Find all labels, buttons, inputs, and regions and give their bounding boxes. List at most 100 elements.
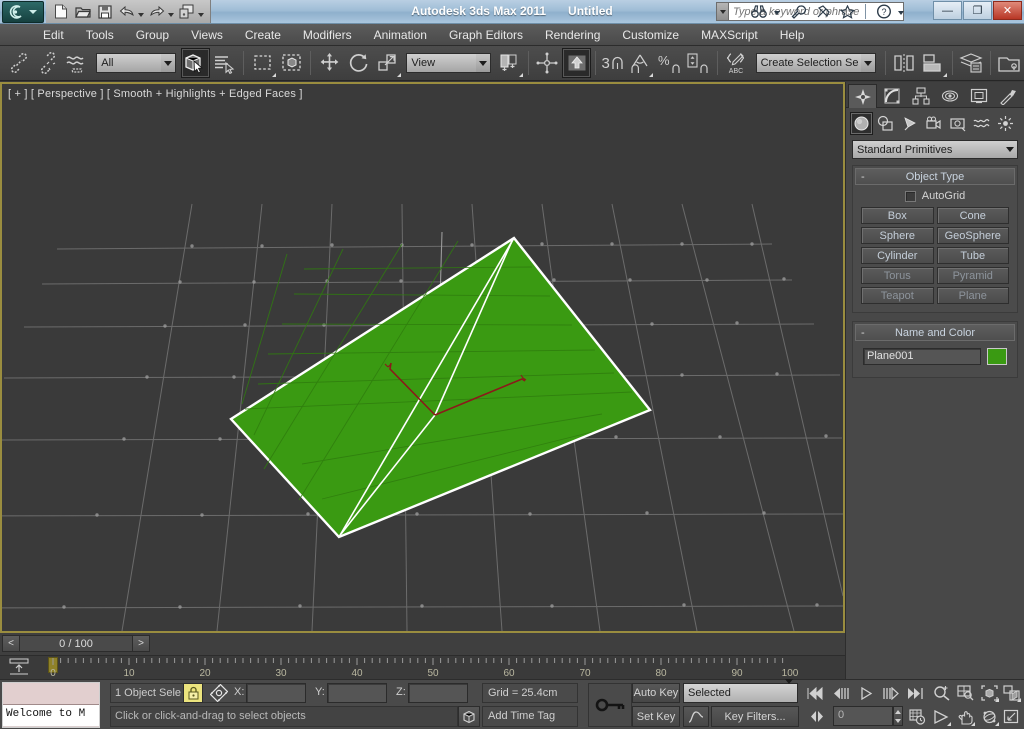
key-mode-combo[interactable]: Selected: [683, 679, 798, 703]
z-coordinate-field[interactable]: [408, 683, 468, 703]
align-button[interactable]: [919, 48, 948, 78]
menu-group[interactable]: Group: [125, 26, 180, 44]
hierarchy-tab[interactable]: [906, 84, 935, 108]
add-time-tag-button[interactable]: Add Time Tag: [482, 706, 578, 727]
collapse-icon[interactable]: -: [861, 171, 865, 183]
orbit-icon[interactable]: [978, 706, 1000, 727]
x-coordinate-field[interactable]: [246, 683, 306, 703]
select-and-rotate-button[interactable]: [344, 48, 373, 78]
lights-icon[interactable]: [898, 112, 921, 135]
close-button[interactable]: ✕: [993, 1, 1022, 20]
perspective-viewport[interactable]: Z X Y [ + ] [ Perspective ] [ Smooth + H…: [2, 84, 843, 631]
utilities-tab[interactable]: [993, 84, 1022, 108]
menu-create[interactable]: Create: [234, 26, 292, 44]
flyout-corner-icon[interactable]: [518, 73, 523, 77]
set-key-mode-icon[interactable]: [588, 683, 632, 727]
key-filters-button[interactable]: Key Filters...: [711, 706, 799, 727]
create-plane-button[interactable]: Plane: [936, 287, 1009, 304]
shapes-icon[interactable]: [874, 112, 897, 135]
modify-tab[interactable]: [877, 84, 906, 108]
unlink-icon[interactable]: [33, 48, 62, 78]
menu-graph-editors[interactable]: Graph Editors: [438, 26, 534, 44]
rectangular-selection-region-button[interactable]: [248, 48, 277, 78]
named-selection-set-combo[interactable]: Create Selection Se: [755, 53, 876, 73]
menu-maxscript[interactable]: MAXScript: [690, 26, 769, 44]
play-animation-icon[interactable]: [856, 683, 878, 703]
zoom-extents-icon[interactable]: [978, 683, 1000, 703]
menu-tools[interactable]: Tools: [75, 26, 125, 44]
menu-edit[interactable]: Edit: [32, 26, 75, 44]
flyout-corner-icon[interactable]: [995, 722, 999, 726]
time-slider-handle[interactable]: < 0 / 100 >: [2, 635, 150, 652]
create-sphere-button[interactable]: Sphere: [861, 227, 934, 244]
subcategory-combo[interactable]: Standard Primitives: [852, 140, 1018, 159]
edit-named-selection-sets-button[interactable]: ABC: [722, 48, 751, 78]
select-and-move-button[interactable]: [315, 48, 344, 78]
flyout-corner-icon[interactable]: [971, 722, 975, 726]
flyout-corner-icon[interactable]: [995, 698, 999, 702]
snaps-toggle-button[interactable]: [561, 48, 592, 78]
chevron-down-icon[interactable]: [160, 54, 175, 72]
systems-icon[interactable]: [994, 112, 1017, 135]
chevron-down-icon[interactable]: [860, 54, 875, 72]
select-by-name-button[interactable]: [210, 48, 239, 78]
y-coordinate-field[interactable]: [327, 683, 387, 703]
flyout-corner-icon[interactable]: [397, 73, 402, 77]
binoculars-icon[interactable]: [749, 2, 769, 21]
zoom-region-icon[interactable]: [1000, 683, 1022, 703]
select-and-scale-button[interactable]: [373, 48, 402, 78]
motion-tab[interactable]: [935, 84, 964, 108]
menu-customize[interactable]: Customize: [611, 26, 690, 44]
autogrid-row[interactable]: AutoGrid: [861, 190, 1009, 202]
geometry-icon[interactable]: [850, 112, 873, 135]
menu-views[interactable]: Views: [180, 26, 234, 44]
go-to-start-icon[interactable]: [804, 683, 826, 703]
flyout-corner-icon[interactable]: [942, 73, 947, 77]
minimize-button[interactable]: —: [933, 1, 962, 20]
previous-frame-icon[interactable]: [830, 683, 852, 703]
key-mode-toggle-icon[interactable]: [804, 706, 830, 727]
bind-space-warp-icon[interactable]: [62, 48, 91, 78]
autogrid-checkbox[interactable]: [904, 190, 916, 202]
time-configuration-icon[interactable]: [906, 706, 928, 727]
chevron-down-icon[interactable]: [475, 54, 490, 72]
search-options-icon[interactable]: [774, 11, 781, 15]
auto-key-button[interactable]: Auto Key: [632, 683, 680, 703]
current-frame-display[interactable]: 0 / 100: [20, 635, 132, 652]
wrench-icon[interactable]: [789, 2, 809, 21]
create-tube-button[interactable]: Tube: [936, 247, 1009, 264]
display-tab[interactable]: [964, 84, 993, 108]
listener-output-pane[interactable]: Welcome to M: [3, 705, 99, 726]
create-cylinder-button[interactable]: Cylinder: [861, 247, 934, 264]
set-key-filters-curve-icon[interactable]: [683, 706, 709, 727]
layer-manager-button[interactable]: [957, 48, 986, 78]
pan-view-icon[interactable]: [954, 706, 976, 727]
flyout-corner-icon[interactable]: [272, 73, 277, 77]
create-cone-button[interactable]: Cone: [936, 207, 1009, 224]
create-geosphere-button[interactable]: GeoSphere: [936, 227, 1009, 244]
set-key-button[interactable]: Set Key: [632, 706, 680, 727]
create-pyramid-button[interactable]: Pyramid: [936, 267, 1009, 284]
maximize-button[interactable]: ❐: [963, 1, 992, 20]
spinner-snap-toggle-button[interactable]: [683, 48, 712, 78]
percent-snap-toggle-button[interactable]: %: [654, 48, 683, 78]
select-and-manipulate-button[interactable]: [533, 48, 562, 78]
star-icon[interactable]: [838, 2, 858, 21]
space-warps-icon[interactable]: [970, 112, 993, 135]
maxscript-mini-listener[interactable]: Welcome to M: [2, 682, 100, 728]
object-color-swatch[interactable]: [987, 348, 1007, 365]
zoom-all-icon[interactable]: [954, 683, 976, 703]
menu-animation[interactable]: Animation: [363, 26, 438, 44]
current-frame-spinner[interactable]: [893, 706, 903, 726]
flyout-corner-icon[interactable]: [947, 722, 951, 726]
collapse-icon[interactable]: -: [861, 327, 865, 339]
flyout-corner-icon[interactable]: [1017, 698, 1021, 702]
field-of-view-icon[interactable]: [930, 706, 952, 727]
object-name-input[interactable]: Plane001: [863, 348, 981, 365]
use-pivot-point-center-button[interactable]: [495, 48, 524, 78]
selection-lock-helper-icon[interactable]: [208, 683, 230, 703]
select-object-button[interactable]: [180, 48, 210, 78]
create-torus-button[interactable]: Torus: [861, 267, 934, 284]
create-box-button[interactable]: Box: [861, 207, 934, 224]
create-teapot-button[interactable]: Teapot: [861, 287, 934, 304]
